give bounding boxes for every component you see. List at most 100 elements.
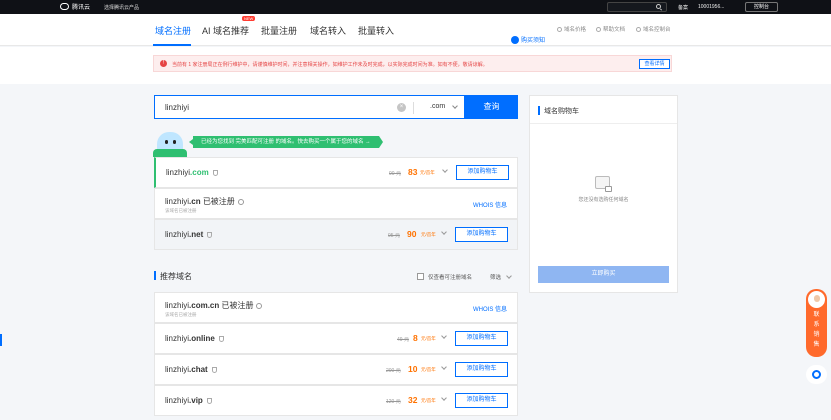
original-price: 200 元 [386,368,401,374]
domain-search-input[interactable]: linzhiyi [165,103,189,112]
add-to-cart-button[interactable]: 添加购物车 [455,362,508,377]
console-icon [636,26,641,32]
alert-detail-button[interactable]: 查看详情 [639,59,670,69]
headset-button[interactable] [806,365,827,384]
domain-console-link[interactable]: 域名控制台 [636,25,671,33]
domain-name: linzhiyi.com [166,168,218,177]
chevron-down-icon[interactable] [441,229,447,235]
top-nav-bar: 腾讯云 选择腾讯云产品 备案 10001956... 控制台 [0,0,831,14]
original-price: 90 元 [389,171,401,177]
active-tab-indicator [153,44,191,46]
domain-prefix: linzhiyi [166,168,191,177]
tab-domain-transfer[interactable]: 域名转入 [310,24,346,37]
product-menu[interactable]: 选择腾讯云产品 [104,4,139,11]
chevron-down-icon[interactable] [452,103,458,109]
price-link-label: 域名价格 [564,27,587,33]
recommend-row-vip: linzhiyi.vip 120 元 32 元/首年 添加购物车 [154,385,518,416]
chevron-down-icon[interactable] [441,333,447,339]
tab-batch-register[interactable]: 批量注册 [261,24,297,37]
tab-domain-register[interactable]: 域名注册 [155,24,191,37]
clear-icon[interactable]: × [397,103,406,112]
domain-prefix: linzhiyi [165,365,190,374]
domain-suffix: .online [189,334,215,343]
add-to-cart-button[interactable]: 添加购物车 [455,331,508,346]
domain-suffix: .vip [189,396,203,405]
tab-batch-transfer[interactable]: 批量转入 [358,24,394,37]
tab-ai-recommend[interactable]: AI 域名推荐 [202,24,249,37]
float-label-char: 系 [813,322,820,328]
chevron-down-icon[interactable] [442,167,448,173]
shield-icon [211,366,217,373]
shield-icon [206,397,212,404]
recommend-row-comcn: linzhiyi.com.cn 已被注册 该域名已被注册 WHOIS 信息 [154,292,518,323]
buy-now-button[interactable]: 立即购买 [538,266,669,283]
avatar [808,291,825,308]
whois-link[interactable]: WHOIS 信息 [473,304,507,313]
whois-link[interactable]: WHOIS 信息 [473,200,507,209]
help-doc-label: 帮助文档 [603,27,626,33]
buy-notice-link[interactable]: 购买须知 [511,35,545,44]
tencent-cloud-logo[interactable]: 腾讯云 [60,2,90,11]
domain-name: linzhiyi.net [165,230,213,239]
domain-cart-panel: 域名购物车 您还没有选购任何域名 立即购买 [529,95,678,293]
shield-icon [207,231,213,238]
result-row-com: linzhiyi.com 90 元 83 元/首年 添加购物车 [154,157,518,188]
domain-name: linzhiyi.com.cn 已被注册 [165,300,263,311]
top-search-input[interactable] [607,2,667,12]
chevron-down-icon[interactable] [506,273,512,279]
domain-suffix: .com [190,168,209,177]
domain-name: linzhiyi.vip [165,396,212,405]
price-link[interactable]: 域名价格 [557,25,586,33]
only-available-checkbox[interactable] [417,273,424,280]
domain-suffix: .net [189,230,204,239]
original-price: 120 元 [386,399,401,405]
domain-search-box[interactable]: linzhiyi × .com [154,95,465,119]
original-price: 49 元 [397,337,409,343]
sale-price: 83 [408,167,418,177]
float-label-char: 售 [813,342,820,348]
float-label-char: 销 [813,332,820,338]
edge-indicator [0,334,2,346]
mascot-illustration [153,130,187,157]
only-available-label[interactable]: 仅查看可注册域名 [428,273,472,281]
domain-prefix: linzhiyi [165,301,190,310]
mascot-eye [165,140,168,144]
search-icon[interactable] [656,4,661,9]
chevron-down-icon[interactable] [441,395,447,401]
match-tip-banner: 已经为您找到 完美匹配可注册 的域名。快去购买一个属于您的域名 → [189,136,383,148]
chevron-down-icon[interactable] [441,364,447,370]
add-to-cart-button[interactable]: 添加购物车 [456,165,509,180]
domain-name: linzhiyi.chat [165,365,217,374]
alert-text: 当前有 1 家注册局正在例行维护中，请谨慎维护时间，并注意相关操作，如维护工作未… [172,62,488,68]
recommend-title: 推荐域名 [160,272,192,281]
cart-title: 域名购物车 [544,108,579,115]
domain-prefix: linzhiyi [165,334,190,343]
price-unit: 元/首年 [420,170,435,175]
console-button[interactable]: 控制台 [745,2,778,12]
query-button[interactable]: 查询 [465,95,518,119]
info-icon[interactable] [256,302,263,309]
account-menu[interactable]: 10001956... [698,4,724,10]
help-doc-link[interactable]: 帮助文档 [596,25,625,33]
cloud-icon [60,3,69,10]
sale-price: 8 [413,333,418,343]
shield-icon [212,169,218,176]
new-badge: NEW [242,16,256,21]
info-icon[interactable] [237,198,244,205]
icp-link[interactable]: 备案 [678,4,688,11]
empty-cart-text: 您还没有选购任何域名 [578,197,629,203]
grass-decoration [153,149,187,157]
domain-suffix: .chat [189,365,208,374]
registered-status: 已被注册 [221,301,254,310]
empty-cart-icon [595,176,612,192]
contact-sales-float[interactable]: 联 系 销 售 [806,289,827,357]
add-to-cart-button[interactable]: 添加购物车 [455,227,508,242]
filter-dropdown[interactable]: 筛选 [490,273,501,281]
price-unit: 元/首年 [421,367,436,372]
suffix-select[interactable]: .com [430,103,445,110]
domain-suffix: .cn [189,197,201,206]
add-to-cart-button[interactable]: 添加购物车 [455,393,508,408]
price-unit: 元/首年 [421,336,436,341]
domain-suffix: .com.cn [189,301,220,310]
brand-name: 腾讯云 [72,5,91,11]
